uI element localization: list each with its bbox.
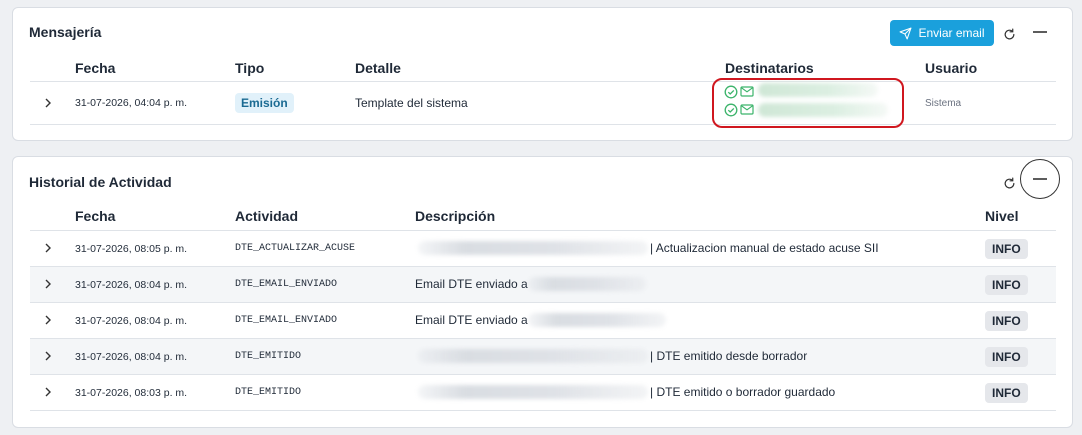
refresh-button[interactable]: [999, 173, 1019, 193]
col-fecha[interactable]: Fecha: [75, 60, 115, 76]
table-row[interactable]: 31-07-2026, 08:04 p. m. DTE_EMITIDO | DT…: [30, 339, 1056, 374]
chevron-right-icon[interactable]: [43, 279, 53, 289]
nivel-badge: INFO: [985, 347, 1028, 367]
minus-icon: [1033, 178, 1047, 180]
col-descripcion[interactable]: Descripción: [415, 208, 495, 224]
cell-fecha: 31-07-2026, 08:04 p. m.: [75, 315, 188, 327]
nivel-badge: INFO: [985, 383, 1028, 403]
cell-fecha: 31-07-2026, 08:04 p. m.: [75, 351, 188, 363]
cell-descripcion: | DTE emitido o borrador guardado: [650, 385, 836, 399]
cell-actividad: DTE_EMITIDO: [235, 351, 302, 362]
nivel-badge: INFO: [985, 239, 1028, 259]
col-actividad[interactable]: Actividad: [235, 208, 298, 224]
chevron-right-icon[interactable]: [43, 243, 53, 253]
cell-actividad: DTE_EMITIDO: [235, 387, 302, 398]
send-icon: [900, 27, 912, 39]
cell-descripcion: Email DTE enviado a: [415, 277, 528, 291]
cell-fecha: 31-07-2026, 08:05 p. m.: [75, 243, 188, 255]
redacted-text: [418, 385, 648, 399]
send-email-label: Enviar email: [918, 26, 985, 40]
col-usuario[interactable]: Usuario: [925, 60, 977, 76]
cell-actividad: DTE_ACTUALIZAR_ACUSE: [235, 243, 356, 254]
redacted-text: [418, 349, 648, 363]
table-row[interactable]: 31-07-2026, 08:04 p. m. DTE_EMAIL_ENVIAD…: [30, 303, 1056, 338]
col-tipo[interactable]: Tipo: [235, 60, 264, 76]
refresh-icon: [1004, 176, 1014, 188]
cell-actividad: DTE_EMAIL_ENVIADO: [235, 315, 338, 326]
chevron-right-icon[interactable]: [43, 98, 53, 108]
chevron-right-icon[interactable]: [43, 315, 53, 325]
cell-descripcion: | DTE emitido desde borrador: [650, 349, 808, 363]
cell-fecha: 31-07-2026, 08:03 p. m.: [75, 387, 188, 399]
cell-descripcion: | Actualizacion manual de estado acuse S…: [650, 241, 879, 255]
cell-detalle: Template del sistema: [355, 96, 468, 110]
col-destinatarios[interactable]: Destinatarios: [725, 60, 814, 76]
cell-fecha: 31-07-2026, 08:04 p. m.: [75, 279, 188, 291]
redacted-text: [418, 241, 648, 255]
send-email-button[interactable]: Enviar email: [890, 20, 994, 46]
collapse-button[interactable]: [1030, 22, 1050, 42]
row-divider: [30, 124, 1056, 125]
collapse-button[interactable]: [1020, 159, 1060, 199]
cell-usuario: Sistema: [925, 98, 962, 109]
table-row[interactable]: 31-07-2026, 08:03 p. m. DTE_EMITIDO | DT…: [30, 375, 1056, 410]
refresh-icon: [1004, 27, 1014, 39]
chevron-right-icon[interactable]: [43, 351, 53, 361]
tipo-badge: Emisión: [235, 93, 294, 113]
mensajeria-title: Mensajería: [29, 24, 102, 40]
col-fecha[interactable]: Fecha: [75, 208, 115, 224]
nivel-badge: INFO: [985, 275, 1028, 295]
mensajeria-panel: Mensajería Enviar email Fecha Tipo Detal…: [12, 7, 1073, 141]
redacted-text: [528, 313, 666, 327]
table-row[interactable]: 31-07-2026, 08:05 p. m. DTE_ACTUALIZAR_A…: [30, 231, 1056, 266]
historial-title: Historial de Actividad: [29, 174, 172, 190]
cell-descripcion: Email DTE enviado a: [415, 313, 528, 327]
nivel-badge: INFO: [985, 311, 1028, 331]
cell-actividad: DTE_EMAIL_ENVIADO: [235, 279, 338, 290]
cell-fecha: 31-07-2026, 04:04 p. m.: [75, 97, 188, 109]
table-row[interactable]: 31-07-2026, 08:04 p. m. DTE_EMAIL_ENVIAD…: [30, 267, 1056, 302]
row-divider: [30, 410, 1056, 411]
chevron-right-icon[interactable]: [43, 387, 53, 397]
col-nivel[interactable]: Nivel: [985, 208, 1018, 224]
destinatarios-highlight: [712, 78, 904, 128]
redacted-text: [528, 277, 646, 291]
historial-panel: Historial de Actividad Fecha Actividad D…: [12, 156, 1073, 428]
minus-icon: [1033, 31, 1047, 33]
refresh-button[interactable]: [999, 24, 1019, 44]
col-detalle[interactable]: Detalle: [355, 60, 401, 76]
